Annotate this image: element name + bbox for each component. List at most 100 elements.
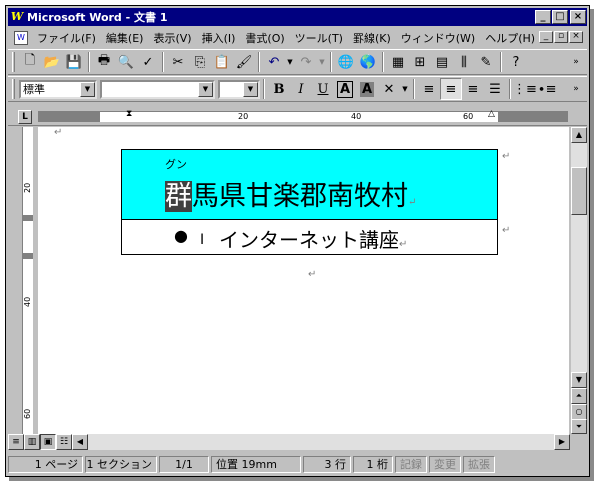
scroll-up-button[interactable]: ▲ (571, 127, 587, 143)
bullets-icon[interactable]: ∙≡ (536, 78, 558, 100)
insert-table-icon[interactable]: ⊞ (409, 51, 431, 73)
align-center-icon[interactable]: ≡ (440, 78, 462, 100)
new-document-icon[interactable]: 🗋 (19, 51, 41, 73)
status-track-changes[interactable]: 変更 (429, 455, 461, 473)
toolbar-grip[interactable] (12, 52, 15, 72)
vertical-scrollbar[interactable]: ▲ ▼ ⏶ ○ ⏷ (571, 127, 587, 434)
tables-borders-icon[interactable]: ▦ (387, 51, 409, 73)
numbering-icon[interactable]: ⋮≡ (513, 78, 537, 100)
scroll-thumb[interactable] (571, 167, 587, 215)
horizontal-scrollbar[interactable]: ≡ ▥ ▣ ☷ ◀ ▶ (8, 434, 570, 450)
doc-minimize-button[interactable]: _ (539, 31, 553, 43)
more-buttons-icon[interactable]: » (565, 51, 587, 73)
document-icon[interactable]: W (14, 30, 28, 45)
title-bar[interactable]: W Microsoft Word - 文書 1 _ □ × (8, 8, 587, 26)
chevron-down-icon[interactable]: ▼ (80, 81, 95, 97)
bold-icon[interactable]: B (268, 78, 290, 100)
character-shading-icon[interactable]: A (356, 78, 378, 100)
drawing-icon[interactable]: ✎ (475, 51, 497, 73)
heading-cell[interactable]: グン 群馬県甘楽郡南牧村↵ (121, 149, 498, 220)
menu-window[interactable]: ウィンドウ(W) (396, 30, 480, 46)
menu-view[interactable]: 表示(V) (148, 30, 196, 46)
status-extend[interactable]: 拡張 (463, 455, 495, 473)
scroll-down-button[interactable]: ▼ (571, 372, 587, 388)
columns-icon[interactable]: ⫼ (453, 51, 475, 73)
font-select[interactable]: ▼ (100, 79, 215, 99)
course-text[interactable]: インターネット講座 (219, 228, 399, 252)
italic-icon[interactable]: I (290, 78, 312, 100)
copy-icon[interactable]: ⎘ (189, 51, 211, 73)
menu-tools[interactable]: ツール(T) (290, 30, 348, 46)
style-select[interactable]: 標準 ▼ (19, 79, 97, 99)
menu-table[interactable]: 罫線(K) (348, 30, 396, 46)
vertical-ruler-strip (22, 127, 33, 437)
doc-close-button[interactable]: × (569, 31, 583, 43)
print-layout-view-icon[interactable]: ▣ (40, 434, 56, 450)
chevron-down-icon[interactable]: ▼ (198, 81, 213, 97)
redo-dropdown-icon[interactable]: ▼ (317, 51, 327, 73)
scroll-left-button[interactable]: ◀ (72, 434, 88, 450)
next-page-icon[interactable]: ⏷ (571, 419, 587, 434)
chevron-down-icon[interactable]: ▼ (243, 81, 258, 97)
status-record[interactable]: 記録 (395, 455, 427, 473)
web-layout-view-icon[interactable]: ▥ (24, 434, 40, 450)
format-painter-icon[interactable]: 🖌 (233, 51, 255, 73)
spelling-icon[interactable]: ✓ (137, 51, 159, 73)
menu-insert[interactable]: 挿入(I) (197, 30, 241, 46)
open-folder-icon[interactable]: 📂 (41, 51, 63, 73)
print-preview-icon[interactable]: 🔍 (115, 51, 137, 73)
tab-selector[interactable]: L (18, 110, 32, 124)
heading-text[interactable]: 馬県甘楽郡南牧村 (192, 181, 408, 212)
align-right-icon[interactable]: ≡ (462, 78, 484, 100)
hyperlink-icon[interactable]: 🌐 (335, 51, 357, 73)
close-button[interactable]: × (570, 10, 586, 24)
underline-icon[interactable]: U (312, 78, 334, 100)
menu-edit[interactable]: 編集(E) (101, 30, 149, 46)
help-icon[interactable]: ? (505, 51, 527, 73)
cut-icon[interactable]: ✂ (167, 51, 189, 73)
redo-icon[interactable]: ↷ (295, 51, 317, 73)
menu-file[interactable]: ファイル(F) (32, 30, 101, 46)
right-indent-marker-icon[interactable]: △ (488, 109, 495, 119)
menu-format[interactable]: 書式(O) (240, 30, 289, 46)
document-table[interactable]: グン 群馬県甘楽郡南牧村↵ ● I インターネット講座↵ (121, 149, 498, 255)
more-buttons-icon[interactable]: » (565, 78, 587, 100)
outline-view-icon[interactable]: ☷ (56, 434, 72, 450)
horizontal-ruler[interactable]: L 20 40 60 ⧗ △ (8, 107, 587, 126)
font-size-select[interactable]: ▼ (218, 79, 260, 99)
scroll-right-button[interactable]: ▶ (554, 434, 570, 450)
vruler-tick-40: 40 (23, 296, 32, 307)
align-justify-icon[interactable]: ≡ (418, 78, 440, 100)
insert-excel-icon[interactable]: ▤ (431, 51, 453, 73)
web-toolbar-icon[interactable]: 🌎 (357, 51, 379, 73)
toolbar-separator (162, 52, 164, 72)
print-icon[interactable]: 🖶 (93, 51, 115, 73)
row-marker[interactable] (23, 253, 33, 259)
row-marker[interactable] (23, 215, 33, 221)
normal-view-icon[interactable]: ≡ (8, 434, 24, 450)
minimize-button[interactable]: _ (535, 10, 551, 24)
save-icon[interactable]: 💾 (63, 51, 85, 73)
previous-page-icon[interactable]: ⏶ (571, 388, 587, 404)
vertical-ruler[interactable]: 20 40 60 (8, 127, 38, 437)
undo-dropdown-icon[interactable]: ▼ (285, 51, 295, 73)
style-value: 標準 (23, 83, 45, 96)
paste-icon[interactable]: 📋 (211, 51, 233, 73)
course-cell[interactable]: ● I インターネット講座↵ (121, 219, 498, 255)
undo-icon[interactable]: ↶ (263, 51, 285, 73)
character-scaling-icon[interactable]: ✕ (378, 78, 400, 100)
row-end-mark: ↵ (502, 225, 511, 236)
word-app-icon[interactable]: W (10, 10, 24, 24)
toolbar-grip[interactable] (12, 79, 15, 99)
menu-help[interactable]: ヘルプ(H) (480, 30, 540, 46)
scaling-dropdown-icon[interactable]: ▼ (400, 78, 410, 100)
ruler-tick-40: 40 (351, 112, 362, 121)
character-border-icon[interactable]: A (334, 78, 356, 100)
doc-restore-button[interactable]: ▫ (554, 31, 568, 43)
select-browse-object-icon[interactable]: ○ (571, 404, 587, 420)
selected-character[interactable]: 群 (165, 181, 192, 212)
indent-marker-icon[interactable]: ⧗ (126, 109, 132, 119)
maximize-button[interactable]: □ (552, 10, 568, 24)
distributed-icon[interactable]: ☰ (484, 78, 506, 100)
document-area[interactable]: ↵ グン 群馬県甘楽郡南牧村↵ ● I インターネット講座↵ ↵ ↵ ↵ (38, 127, 569, 434)
